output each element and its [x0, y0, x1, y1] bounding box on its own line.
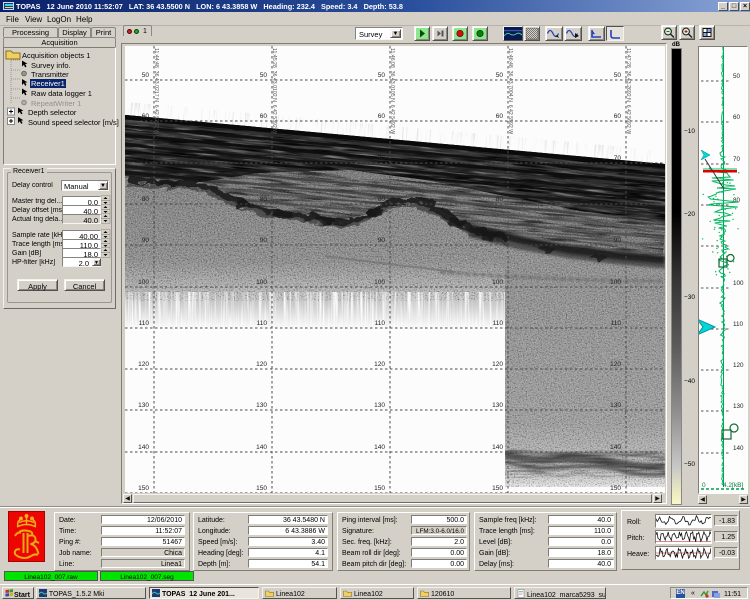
svg-text:150: 150 — [374, 485, 385, 492]
svg-text:11:47:28 36 43.2692 N 6 42 5: 11:47:28 36 43.2692 N 6 42 5692 W — [625, 48, 631, 134]
svg-text:90: 90 — [142, 237, 150, 244]
svg-text:70: 70 — [378, 155, 386, 162]
svg-text:100: 100 — [256, 279, 267, 286]
svg-text:80: 80 — [378, 196, 386, 203]
svg-text:70: 70 — [733, 156, 741, 163]
svg-text:150: 150 — [256, 485, 267, 492]
svg-text:70: 70 — [496, 155, 504, 162]
svg-text:130: 130 — [256, 402, 267, 409]
svg-text:50: 50 — [614, 72, 622, 79]
svg-text:140: 140 — [610, 444, 621, 451]
svg-text:90: 90 — [496, 237, 504, 244]
svg-text:60: 60 — [614, 113, 622, 120]
svg-text:70: 70 — [260, 155, 268, 162]
svg-text:50: 50 — [260, 72, 268, 79]
svg-text:90: 90 — [378, 237, 386, 244]
svg-text:100: 100 — [492, 279, 503, 286]
svg-text:80: 80 — [614, 196, 622, 203]
svg-text:120: 120 — [256, 361, 267, 368]
svg-text:120: 120 — [733, 362, 744, 369]
svg-text:90: 90 — [614, 237, 622, 244]
svg-text:120: 120 — [492, 361, 503, 368]
svg-text:100: 100 — [138, 279, 149, 286]
svg-text:70: 70 — [142, 155, 150, 162]
svg-text:130: 130 — [492, 402, 503, 409]
svg-text:100: 100 — [610, 279, 621, 286]
svg-text:60: 60 — [496, 113, 504, 120]
svg-text:140: 140 — [492, 444, 503, 451]
svg-text:60: 60 — [142, 113, 150, 120]
svg-text:110: 110 — [493, 320, 504, 327]
svg-text:60: 60 — [378, 113, 386, 120]
svg-text:4.2[kB]: 4.2[kB] — [723, 482, 743, 489]
svg-text:110: 110 — [611, 320, 622, 327]
svg-text:80: 80 — [496, 196, 504, 203]
svg-text:110: 110 — [375, 320, 386, 327]
svg-text:50: 50 — [733, 73, 741, 80]
svg-text:11:46:08 36 43.0105 N 6 42 5: 11:46:08 36 43.0105 N 6 42 5492 W — [389, 48, 395, 134]
svg-text:140: 140 — [733, 445, 744, 452]
svg-text:80: 80 — [142, 196, 150, 203]
svg-text:50: 50 — [496, 72, 504, 79]
svg-text:140: 140 — [138, 444, 149, 451]
svg-text:60: 60 — [733, 114, 741, 121]
svg-text:100: 100 — [374, 279, 385, 286]
svg-text:120: 120 — [374, 361, 385, 368]
svg-text:70: 70 — [614, 155, 622, 162]
svg-text:11:46:48 36 43.7004 N 6 42 5: 11:46:48 36 43.7004 N 6 42 5592 W — [507, 48, 513, 134]
svg-text:150: 150 — [492, 485, 503, 492]
svg-text:11:44:48 36 43.0217 N 6 42 5: 11:44:48 36 43.0217 N 6 42 5292 W — [153, 48, 159, 134]
svg-text:50: 50 — [142, 72, 150, 79]
svg-text:90: 90 — [260, 237, 268, 244]
svg-text:150: 150 — [138, 485, 149, 492]
svg-text:130: 130 — [733, 403, 744, 410]
svg-text:120: 120 — [610, 361, 621, 368]
svg-text:120: 120 — [138, 361, 149, 368]
svg-text:110: 110 — [139, 320, 150, 327]
svg-text:110: 110 — [733, 321, 744, 328]
svg-text:130: 130 — [374, 402, 385, 409]
svg-text:0: 0 — [702, 482, 706, 489]
svg-text:100: 100 — [733, 280, 744, 287]
svg-text:140: 140 — [256, 444, 267, 451]
svg-text:80: 80 — [733, 197, 741, 204]
svg-text:80: 80 — [260, 196, 268, 203]
svg-text:11:45:28 36 43.0102 N 6 42 5: 11:45:28 36 43.0102 N 6 42 5392 W — [271, 48, 277, 134]
svg-text:50: 50 — [378, 72, 386, 79]
svg-text:150: 150 — [610, 485, 621, 492]
svg-text:110: 110 — [257, 320, 268, 327]
svg-text:130: 130 — [610, 402, 621, 409]
svg-text:130: 130 — [138, 402, 149, 409]
svg-text:140: 140 — [374, 444, 385, 451]
svg-text:60: 60 — [260, 113, 268, 120]
